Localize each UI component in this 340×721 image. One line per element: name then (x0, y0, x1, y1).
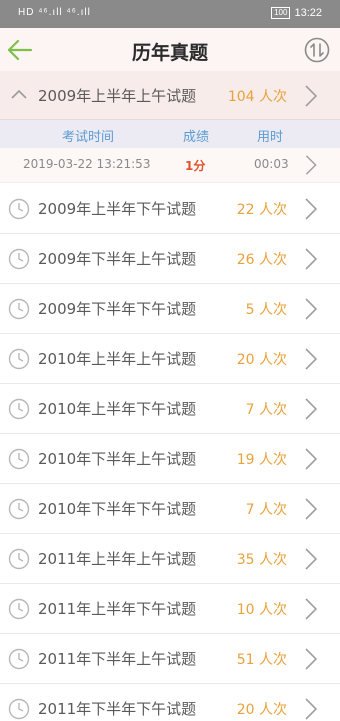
exam-name: 2011年上半年下午试题 (38, 600, 197, 618)
chevron-right-icon (305, 598, 318, 620)
attempt-count: 5 人次 (245, 302, 287, 318)
attempt-count: 22 人次 (236, 202, 287, 218)
chevron-right-icon (305, 448, 318, 470)
exam-row[interactable]: 2011年下半年下午试题 20 人次 (0, 684, 340, 720)
chevron-up-icon (11, 89, 27, 99)
attempt-count: 20 人次 (236, 702, 287, 718)
clock-icon (8, 348, 30, 370)
page-title: 历年真题 (131, 43, 208, 64)
exam-row[interactable]: 2011年上半年下午试题 10 人次 (0, 584, 340, 634)
attempt-count: 26 人次 (236, 252, 287, 268)
chevron-right-icon (305, 398, 318, 420)
exam-row[interactable]: 2009年上半年下午试题 22 人次 (0, 184, 340, 234)
exam-row[interactable]: 2009年下半年上午试题 26 人次 (0, 234, 340, 284)
record-duration: 00:03 (254, 157, 289, 171)
sort-toggle-icon[interactable] (304, 37, 330, 63)
clock-icon (8, 548, 30, 570)
exam-row[interactable]: 2010年下半年上午试题 19 人次 (0, 434, 340, 484)
record-time: 2019-03-22 13:21:53 (23, 157, 151, 171)
clock-icon (8, 398, 30, 420)
status-right: 100 13:22 (271, 7, 322, 20)
column-exam-time: 考试时间 (62, 130, 115, 145)
column-score: 成绩 (183, 130, 210, 145)
chevron-right-icon (305, 548, 318, 570)
clock-icon (8, 448, 30, 470)
exam-row[interactable]: 2010年上半年下午试题 7 人次 (0, 384, 340, 434)
chevron-right-icon (305, 348, 318, 370)
exam-name: 2009年下半年下午试题 (38, 300, 197, 318)
status-bar: HD ⁴⁶.ıll ⁴⁶.ıll 100 13:22 (0, 0, 340, 28)
chevron-right-icon (305, 155, 317, 175)
clock-icon (8, 298, 30, 320)
exam-name: 2010年下半年下午试题 (38, 500, 197, 518)
chevron-right-icon (305, 198, 318, 220)
exam-name: 2011年上半年上午试题 (38, 550, 197, 568)
exam-row[interactable]: 2011年上半年上午试题 35 人次 (0, 534, 340, 584)
battery-icon: 100 (271, 7, 291, 20)
attempt-count: 51 人次 (236, 652, 287, 668)
attempt-count: 10 人次 (236, 602, 287, 618)
exam-name: 2009年上半年上午试题 (38, 87, 197, 105)
signal-indicators: HD ⁴⁶.ıll ⁴⁶.ıll (18, 7, 91, 18)
attempt-count: 20 人次 (236, 352, 287, 368)
exam-row-expanded[interactable]: 2009年上半年上午试题 104 人次 (0, 71, 340, 120)
chevron-right-icon (305, 85, 318, 107)
exam-record-row[interactable]: 2019-03-22 13:21:53 1分 00:03 (0, 148, 340, 183)
attempt-count: 7 人次 (245, 402, 287, 418)
exam-name: 2011年下半年上午试题 (38, 650, 197, 668)
clock-icon (8, 248, 30, 270)
exam-name: 2010年上半年上午试题 (38, 350, 197, 368)
clock-icon (8, 198, 30, 220)
chevron-right-icon (305, 648, 318, 670)
attempt-count: 19 人次 (236, 452, 287, 468)
exam-name: 2009年上半年下午试题 (38, 200, 197, 218)
exam-name: 2010年下半年上午试题 (38, 450, 197, 468)
clock-time: 13:22 (294, 7, 322, 19)
clock-icon (8, 598, 30, 620)
record-score: 1分 (185, 159, 206, 173)
chevron-right-icon (305, 698, 318, 720)
attempt-count: 35 人次 (236, 552, 287, 568)
app-header: 历年真题 (0, 28, 340, 71)
exam-row[interactable]: 2009年下半年下午试题 5 人次 (0, 284, 340, 334)
clock-icon (8, 648, 30, 670)
exam-row[interactable]: 2010年下半年下午试题 7 人次 (0, 484, 340, 534)
exam-row[interactable]: 2010年上半年上午试题 20 人次 (0, 334, 340, 384)
chevron-right-icon (305, 498, 318, 520)
clock-icon (8, 698, 30, 720)
attempt-count: 104 人次 (227, 89, 287, 105)
record-column-header: 考试时间 成绩 用时 (0, 120, 340, 148)
exam-name: 2009年下半年上午试题 (38, 250, 197, 268)
exam-name: 2010年上半年下午试题 (38, 400, 197, 418)
exam-row[interactable]: 2011年下半年上午试题 51 人次 (0, 634, 340, 684)
chevron-right-icon (305, 298, 318, 320)
chevron-right-icon (305, 248, 318, 270)
column-duration: 用时 (257, 130, 284, 145)
attempt-count: 7 人次 (245, 502, 287, 518)
exam-name: 2011年下半年下午试题 (38, 700, 197, 718)
clock-icon (8, 498, 30, 520)
